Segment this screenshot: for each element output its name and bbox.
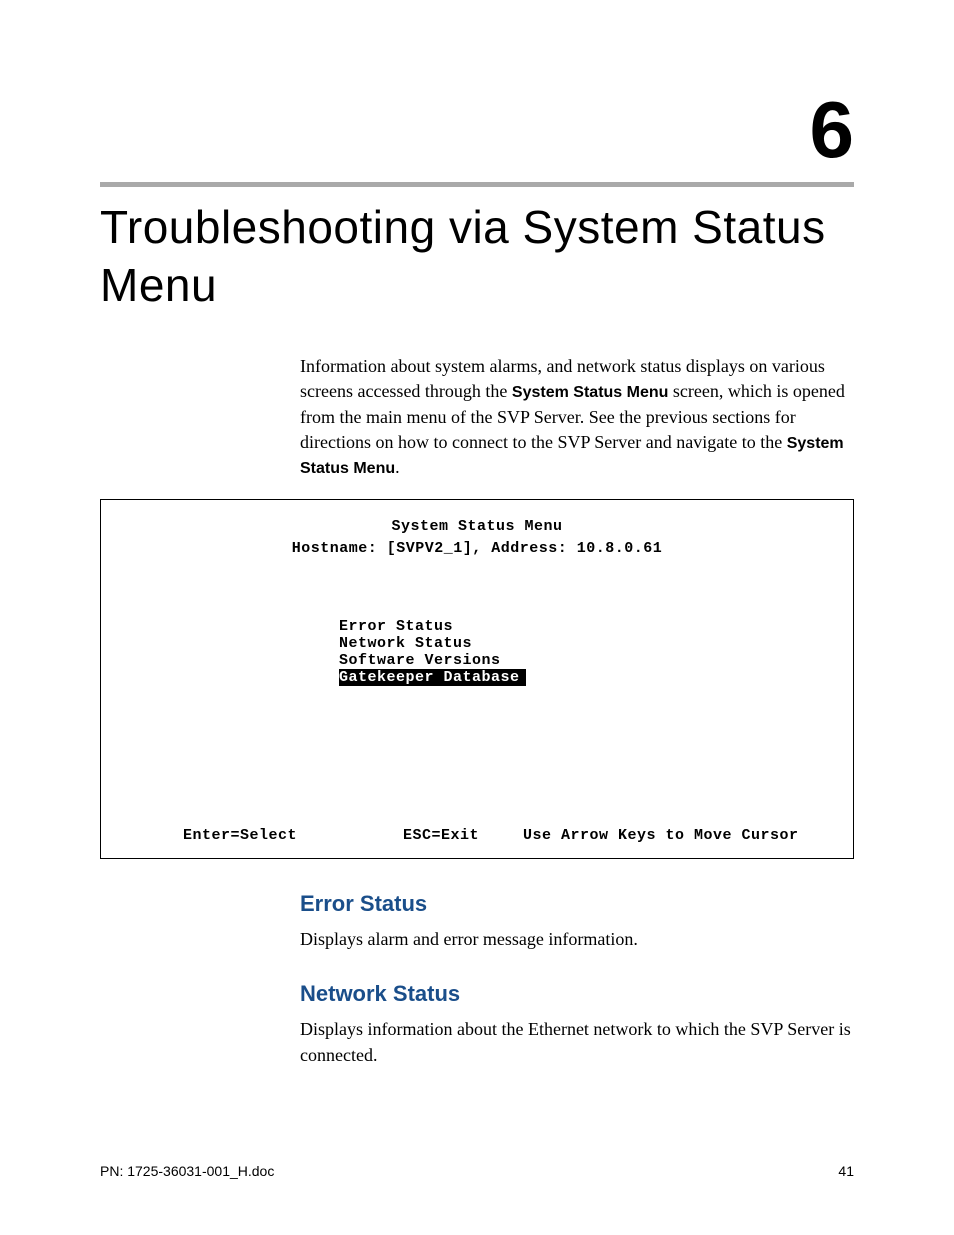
intro-paragraph: Information about system alarms, and net… — [300, 354, 854, 481]
terminal-hostline: Hostname: [SVPV2_1], Address: 10.8.0.61 — [101, 540, 853, 557]
section-body-error-status: Displays alarm and error message informa… — [300, 927, 854, 952]
page-content: 6 Troubleshooting via System Status Menu… — [0, 0, 954, 1068]
intro-bold-1: System Status Menu — [512, 384, 668, 401]
footer-page-number: 41 — [838, 1163, 854, 1179]
terminal-hint-esc: ESC=Exit — [403, 827, 503, 844]
intro-text-3: . — [395, 457, 400, 477]
sections: Error Status Displays alarm and error me… — [300, 889, 854, 1068]
page-footer: PN: 1725-36031-001_H.doc 41 — [100, 1163, 854, 1179]
footer-pn: PN: 1725-36031-001_H.doc — [100, 1163, 274, 1179]
menu-item-error-status: Error Status — [339, 618, 526, 635]
terminal-hint-arrows: Use Arrow Keys to Move Cursor — [503, 827, 829, 844]
terminal-menu: Error Status Network Status Software Ver… — [339, 618, 526, 686]
chapter-number: 6 — [100, 90, 854, 170]
menu-item-software-versions: Software Versions — [339, 652, 526, 669]
chapter-rule — [100, 182, 854, 187]
terminal-hint-enter: Enter=Select — [183, 827, 403, 844]
terminal-title: System Status Menu — [101, 518, 853, 535]
section-heading-network-status: Network Status — [300, 979, 854, 1010]
terminal-screenshot: System Status Menu Hostname: [SVPV2_1], … — [100, 499, 854, 859]
menu-item-gatekeeper-database: Gatekeeper Database — [339, 669, 526, 686]
terminal-footer: Enter=Select ESC=Exit Use Arrow Keys to … — [101, 827, 853, 844]
menu-item-network-status: Network Status — [339, 635, 526, 652]
section-heading-error-status: Error Status — [300, 889, 854, 920]
section-body-network-status: Displays information about the Ethernet … — [300, 1017, 854, 1067]
chapter-title: Troubleshooting via System Status Menu — [100, 199, 854, 314]
